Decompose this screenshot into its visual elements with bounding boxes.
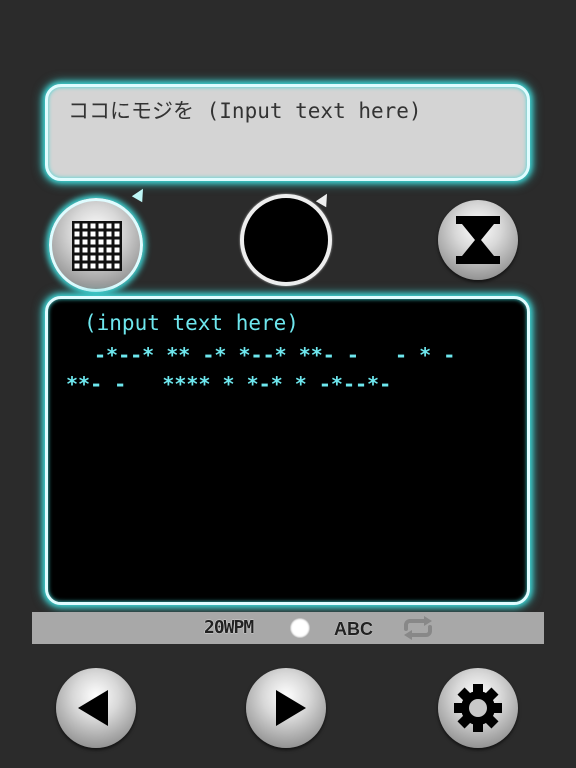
keyboard-grid-button[interactable] [49,198,143,292]
settings-button[interactable] [438,668,518,748]
hourglass-icon [456,216,500,264]
play-backward-icon [78,690,108,726]
play-button[interactable] [246,668,326,748]
record-button[interactable] [240,194,332,286]
text-input-placeholder: ココにモジを (Input text here) [68,99,422,123]
output-morse-line-2: **- - **** * *-* * -*--*- [66,372,392,396]
morse-output-box: (input text here) -*--* ** -* *--* **- -… [45,296,530,605]
timer-button[interactable] [438,200,518,280]
grid-icon [72,221,122,271]
status-bar: 20WPM ABC [32,612,544,644]
status-indicator-dot [290,618,310,638]
repeat-icon[interactable] [400,616,436,640]
play-icon [276,690,306,726]
wpm-label[interactable]: 20WPM [204,617,254,638]
output-plain-text: (input text here) [84,311,299,335]
output-morse-line-1: -*--* ** -* *--* **- - - * - [94,343,456,367]
grid-indicator-triangle [131,185,149,203]
previous-button[interactable] [56,668,136,748]
record-indicator-triangle [315,190,333,208]
gear-icon [454,684,502,732]
text-input-box[interactable]: ココにモジを (Input text here) [45,84,530,181]
mode-label[interactable]: ABC [334,619,373,640]
